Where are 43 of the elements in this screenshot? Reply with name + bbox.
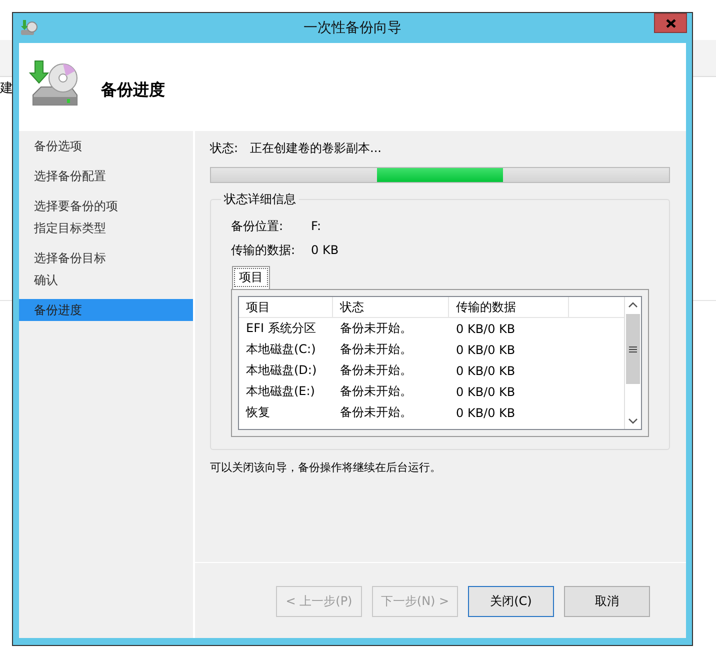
table-cell-text: 备份未开始。 xyxy=(339,341,413,358)
field-value: F: xyxy=(311,219,322,233)
table-cell-text: EFI 系统分区 xyxy=(245,320,317,337)
table-cell-text: 0 KB/0 KB xyxy=(455,364,516,378)
field-label: 传输的数据: xyxy=(231,242,296,258)
table-cell-text: 备份未开始。 xyxy=(339,320,413,337)
table-cell-text: 0 KB/0 KB xyxy=(455,406,516,420)
column-header[interactable]: 传输的数据 xyxy=(449,297,569,317)
status-text: 正在创建卷的卷影副本... xyxy=(250,140,382,156)
wizard-step[interactable]: 指定目标类型 xyxy=(19,217,193,239)
wizard-step[interactable]: 选择备份配置 xyxy=(19,165,193,187)
wizard-button[interactable]: 取消 xyxy=(564,586,650,617)
scrollbar-thumb[interactable] xyxy=(626,314,640,384)
table-cell-text: 本地磁盘(C:) xyxy=(245,341,317,358)
info-text: 可以关闭该向导，备份操作将继续在后台运行。 xyxy=(210,460,442,475)
table-cell-text: 0 KB/0 KB xyxy=(455,384,516,398)
wizard-step[interactable]: 备份选项 xyxy=(19,135,193,157)
wizard-step[interactable]: 选择要备份的项 xyxy=(19,195,193,217)
table-cell-text: 恢复 xyxy=(244,404,271,421)
field-value: 0 KB xyxy=(311,243,339,257)
group-title: 状态详细信息 xyxy=(223,191,297,208)
status-label: 状态: xyxy=(210,140,238,156)
window-title: 一次性备份向导 xyxy=(302,19,402,37)
wizard-step[interactable]: 选择备份目标 xyxy=(19,247,193,269)
wizard-button[interactable]: 关闭(C) xyxy=(468,586,554,617)
background-window-text: 建 xyxy=(0,80,13,97)
table-cell-text: 备份未开始。 xyxy=(339,404,413,421)
column-header[interactable]: 项目 xyxy=(239,297,333,317)
close-button[interactable] xyxy=(654,13,687,33)
tab[interactable]: 项目 xyxy=(232,266,270,289)
table-cell-text: 0 KB/0 KB xyxy=(455,322,516,336)
wizard-step[interactable]: 确认 xyxy=(19,269,193,291)
wizard-step[interactable]: 备份进度 xyxy=(19,299,193,321)
table-cell-text: 备份未开始。 xyxy=(339,383,413,400)
table-cell-text: 本地磁盘(E:) xyxy=(245,383,316,400)
page-heading: 备份进度 xyxy=(101,80,165,100)
table-cell-text: 本地磁盘(D:) xyxy=(245,362,318,379)
close-icon xyxy=(666,18,676,28)
table-cell-text: 0 KB/0 KB xyxy=(455,342,516,356)
field-label: 备份位置: xyxy=(231,218,284,234)
table-cell-text: 备份未开始。 xyxy=(339,362,413,379)
backup-app-icon xyxy=(19,19,39,37)
column-header[interactable]: 状态 xyxy=(333,297,449,317)
